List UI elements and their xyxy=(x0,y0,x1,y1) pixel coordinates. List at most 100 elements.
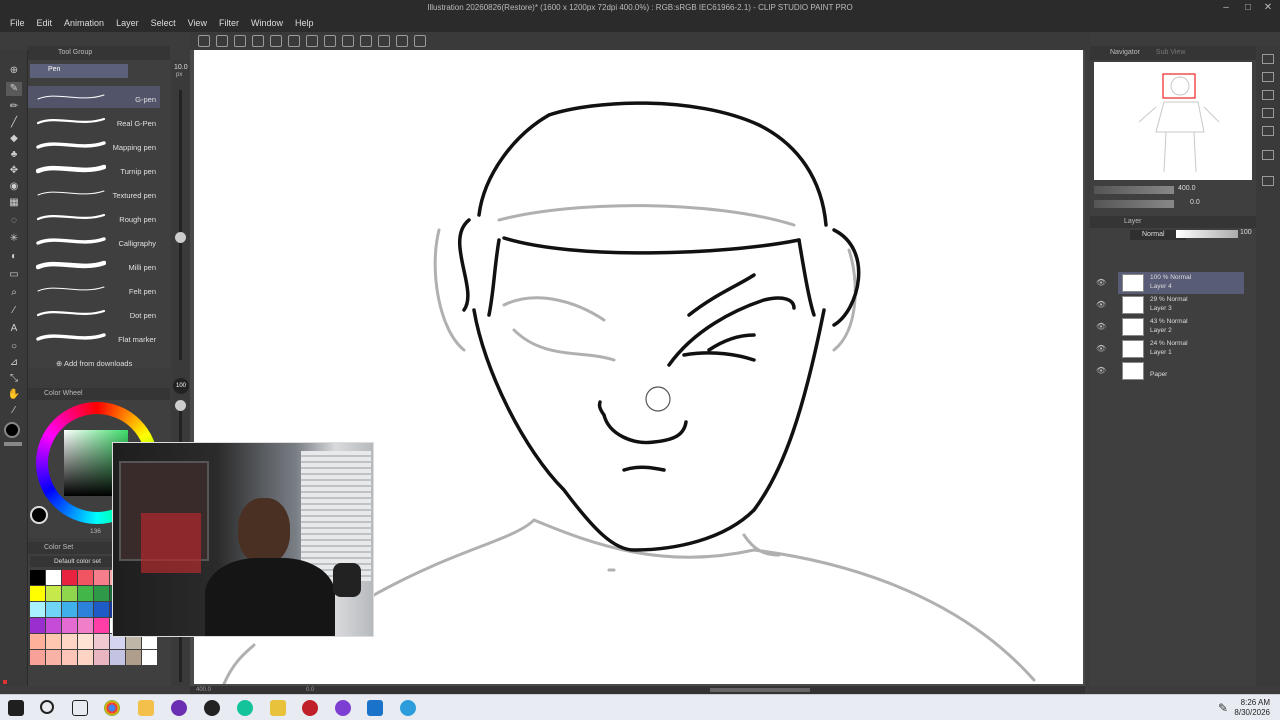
layers-icon[interactable] xyxy=(1262,90,1274,100)
crop-icon[interactable] xyxy=(396,35,408,47)
color-swatch[interactable] xyxy=(30,570,45,585)
layer-opacity-slider[interactable] xyxy=(1176,230,1238,238)
brush-item[interactable]: Milli pen xyxy=(28,254,160,276)
auto-select-tool-icon[interactable]: ✳ xyxy=(6,232,22,246)
layer-row[interactable]: 43 % Normal Layer 2 xyxy=(1118,316,1244,338)
color-swatch[interactable] xyxy=(94,634,109,649)
pencil-tool-icon[interactable]: ✏ xyxy=(6,100,22,114)
grammarly-icon[interactable] xyxy=(237,700,253,716)
add-from-downloads-button[interactable]: ⊕ Add from downloads xyxy=(56,359,132,368)
close-icon[interactable]: ✕ xyxy=(1258,1,1278,15)
text-tool-icon[interactable]: A xyxy=(6,322,22,336)
layer-row[interactable]: 24 % Normal Layer 1 xyxy=(1118,338,1244,360)
fill-tool-icon[interactable]: ◉ xyxy=(6,180,22,194)
color-swatch[interactable] xyxy=(62,618,77,633)
opacity-handle[interactable] xyxy=(175,400,186,411)
brush-item[interactable]: Mapping pen xyxy=(28,134,160,156)
color-swatch[interactable] xyxy=(30,650,45,665)
app-icon-pencil[interactable] xyxy=(270,700,286,716)
new-icon[interactable] xyxy=(198,35,210,47)
color-swap-icon[interactable] xyxy=(4,442,22,446)
color-swatch[interactable] xyxy=(62,634,77,649)
search-icon[interactable] xyxy=(40,700,54,714)
ruler-tool-icon[interactable]: ⁄ xyxy=(6,304,22,318)
color-swatch[interactable] xyxy=(110,650,125,665)
color-swatch[interactable] xyxy=(78,602,93,617)
move-tool-icon[interactable]: ✥ xyxy=(6,164,22,178)
open-icon[interactable] xyxy=(216,35,228,47)
color-swatch[interactable] xyxy=(46,602,61,617)
color-swatch[interactable] xyxy=(46,618,61,633)
brush-item[interactable]: Dot pen xyxy=(28,302,160,324)
redo-icon[interactable] xyxy=(288,35,300,47)
brush-item[interactable]: Textured pen xyxy=(28,182,160,204)
menu-file[interactable]: File xyxy=(4,16,31,32)
chrome-icon[interactable] xyxy=(104,700,120,716)
brush-item[interactable]: Flat marker xyxy=(28,326,160,348)
navigator-preview[interactable] xyxy=(1094,62,1252,180)
rotation-slider[interactable] xyxy=(1094,200,1174,208)
hand-tool-icon[interactable]: ✋ xyxy=(6,388,22,402)
navigator-tab[interactable]: Navigator xyxy=(1110,49,1140,56)
color-swatch[interactable] xyxy=(62,586,77,601)
color-swatch[interactable] xyxy=(30,586,45,601)
panel-icon-4[interactable] xyxy=(1262,108,1274,118)
brush-size-slider[interactable] xyxy=(179,90,182,360)
file-explorer-icon[interactable] xyxy=(138,700,154,716)
menu-help[interactable]: Help xyxy=(289,16,320,32)
settings-icon[interactable] xyxy=(414,35,426,47)
color-swatch[interactable] xyxy=(46,586,61,601)
horizontal-scrollbar[interactable] xyxy=(710,688,810,692)
color-swatch[interactable] xyxy=(46,634,61,649)
color-swatch[interactable] xyxy=(142,650,157,665)
color-swatch[interactable] xyxy=(30,618,45,633)
gradient-tool-icon[interactable]: ◐ xyxy=(6,250,22,264)
color-swatch[interactable] xyxy=(30,634,45,649)
color-swatch[interactable] xyxy=(62,650,77,665)
task-view-icon[interactable] xyxy=(72,700,88,716)
layer-visibility-icon[interactable]: 👁 xyxy=(1096,278,1106,287)
obs-icon[interactable] xyxy=(171,700,187,716)
brush-item[interactable]: Rough pen xyxy=(28,206,160,228)
navigator-viewport[interactable] xyxy=(1162,73,1196,99)
brush-item[interactable]: G-pen xyxy=(28,86,160,108)
system-clock[interactable]: 8:26 AM 8/30/2026 xyxy=(1234,698,1270,718)
menu-view[interactable]: View xyxy=(182,16,213,32)
color-swatch[interactable] xyxy=(78,650,93,665)
color-swatch[interactable] xyxy=(78,618,93,633)
color-swatch[interactable] xyxy=(94,650,109,665)
deselect-icon[interactable] xyxy=(360,35,372,47)
zoom-slider[interactable] xyxy=(1094,186,1174,194)
color-swatch[interactable] xyxy=(46,650,61,665)
brush-tool-icon[interactable]: ╱ xyxy=(6,116,22,130)
decoration-tool-icon[interactable]: ♣ xyxy=(6,148,22,162)
current-color-icon[interactable] xyxy=(30,506,48,524)
menu-select[interactable]: Select xyxy=(145,16,182,32)
correct-line-tool-icon[interactable]: ⤡ xyxy=(6,372,22,386)
undo-icon[interactable] xyxy=(270,35,282,47)
panel-icon-6[interactable] xyxy=(1262,150,1274,160)
invert-selection-icon[interactable] xyxy=(378,35,390,47)
brush-item[interactable]: Calligraphy xyxy=(28,230,160,252)
panel-icon-2[interactable] xyxy=(1262,72,1274,82)
pen-tray-icon[interactable]: ✎ xyxy=(1218,701,1228,715)
layer-visibility-icon[interactable]: 👁 xyxy=(1096,322,1106,331)
clear-icon[interactable] xyxy=(306,35,318,47)
pen-group-tab[interactable]: Pen xyxy=(30,64,128,78)
color-swatch[interactable] xyxy=(94,602,109,617)
main-color-icon[interactable] xyxy=(4,422,20,438)
sub-view-tab[interactable]: Sub View xyxy=(1156,49,1185,56)
eyedropper-tool-icon[interactable]: ⁄ xyxy=(6,404,22,418)
brush-item[interactable]: Turnip pen xyxy=(28,158,160,180)
menu-layer[interactable]: Layer xyxy=(110,16,145,32)
frame-tool-icon[interactable]: ▦ xyxy=(6,196,22,210)
save-icon[interactable] xyxy=(234,35,246,47)
color-swatch[interactable] xyxy=(62,570,77,585)
balloon-tool-icon[interactable]: ○ xyxy=(6,340,22,354)
line-tool-icon[interactable]: ⊿ xyxy=(6,356,22,370)
color-swatch[interactable] xyxy=(126,650,141,665)
figure-tool-icon[interactable]: ▭ xyxy=(6,268,22,282)
app-icon-red[interactable] xyxy=(302,700,318,716)
layer-row[interactable]: 29 % Normal Layer 3 xyxy=(1118,294,1244,316)
menu-animation[interactable]: Animation xyxy=(58,16,110,32)
